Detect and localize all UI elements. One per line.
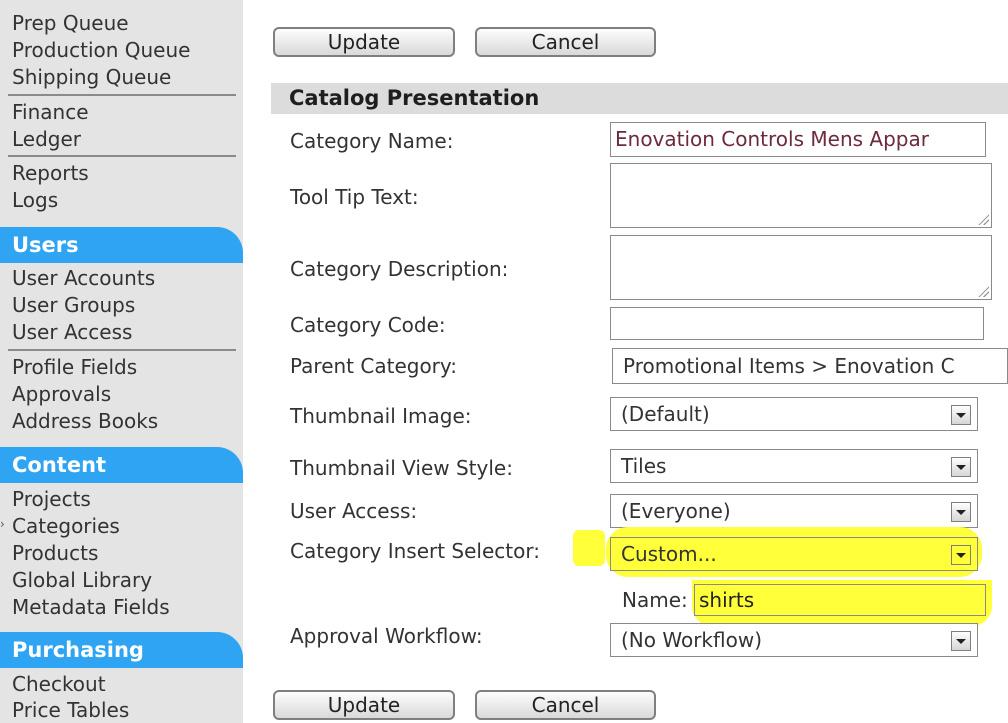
- category-name-input[interactable]: Enovation Controls Mens Appar: [610, 122, 986, 157]
- thumbnail-view-label: Thumbnail View Style:: [290, 456, 513, 480]
- nav-metadata-fields[interactable]: Metadata Fields: [12, 594, 170, 620]
- tooltip-textarea[interactable]: [610, 163, 992, 228]
- current-item-marker-icon: ›: [0, 517, 5, 531]
- dropdown-arrow-icon[interactable]: [951, 405, 971, 425]
- nav-profile-fields[interactable]: Profile Fields: [12, 354, 137, 380]
- nav-approvals[interactable]: Approvals: [12, 381, 111, 407]
- category-code-input[interactable]: [610, 307, 984, 340]
- thumbnail-image-value: (Default): [621, 402, 710, 426]
- insert-selector-value: Custom...: [621, 542, 717, 566]
- highlight-mark: [573, 530, 605, 566]
- dropdown-arrow-icon[interactable]: [951, 457, 971, 477]
- section-title: Catalog Presentation: [271, 83, 1008, 114]
- parent-category-label: Parent Category:: [290, 354, 458, 378]
- thumbnail-view-value: Tiles: [621, 454, 667, 478]
- cancel-button-top[interactable]: Cancel: [475, 27, 656, 57]
- nav-user-groups[interactable]: User Groups: [12, 292, 135, 318]
- tooltip-label: Tool Tip Text:: [290, 185, 419, 209]
- category-name-label: Category Name:: [290, 129, 454, 153]
- update-button-top[interactable]: Update: [273, 27, 455, 57]
- nav-checkout[interactable]: Checkout: [12, 671, 106, 697]
- name-input[interactable]: shirts: [694, 584, 986, 616]
- nav-projects[interactable]: Projects: [12, 486, 91, 512]
- nav-user-access[interactable]: User Access: [12, 319, 132, 345]
- description-textarea[interactable]: [610, 235, 992, 300]
- nav-price-tables[interactable]: Price Tables: [12, 697, 129, 723]
- name-label: Name:: [622, 588, 688, 612]
- approval-workflow-value: (No Workflow): [621, 628, 762, 652]
- category-code-label: Category Code:: [290, 313, 446, 337]
- thumbnail-image-label: Thumbnail Image:: [290, 404, 472, 428]
- nav-products[interactable]: Products: [12, 540, 98, 566]
- nav-finance[interactable]: Finance: [12, 99, 89, 125]
- user-access-label: User Access:: [290, 499, 418, 523]
- nav-user-accounts[interactable]: User Accounts: [12, 265, 155, 291]
- dropdown-arrow-icon[interactable]: [951, 545, 971, 565]
- resize-handle-icon[interactable]: [977, 213, 989, 225]
- approval-workflow-select[interactable]: (No Workflow): [610, 623, 978, 657]
- parent-category-select[interactable]: Promotional Items > Enovation C: [612, 348, 1008, 384]
- nav-divider: [8, 94, 236, 96]
- thumbnail-image-select[interactable]: (Default): [610, 397, 978, 431]
- nav-header-purchasing: Purchasing: [0, 632, 243, 668]
- sidebar: Prep Queue Production Queue Shipping Que…: [0, 0, 243, 723]
- thumbnail-view-select[interactable]: Tiles: [610, 449, 978, 483]
- nav-divider: [8, 155, 236, 157]
- parent-category-value: Promotional Items > Enovation C: [623, 354, 955, 378]
- insert-selector-label-suffix: r:: [525, 539, 540, 563]
- nav-categories[interactable]: Categories: [12, 513, 120, 539]
- insert-selector-label-text: Category Insert Selecto: [290, 539, 526, 563]
- insert-selector-label: Category Insert Selector:: [290, 539, 540, 563]
- dropdown-arrow-icon[interactable]: [951, 631, 971, 651]
- nav-reports[interactable]: Reports: [12, 160, 89, 186]
- nav-header-users: Users: [0, 227, 243, 263]
- nav-global-library[interactable]: Global Library: [12, 567, 152, 593]
- nav-production-queue[interactable]: Production Queue: [12, 37, 190, 63]
- insert-selector-select[interactable]: Custom...: [610, 537, 978, 571]
- nav-prep-queue[interactable]: Prep Queue: [12, 10, 129, 36]
- approval-workflow-label: Approval Workflow:: [290, 624, 483, 648]
- cancel-button-bottom[interactable]: Cancel: [475, 690, 656, 720]
- nav-ledger[interactable]: Ledger: [12, 126, 81, 152]
- nav-shipping-queue[interactable]: Shipping Queue: [12, 64, 171, 90]
- nav-header-content: Content: [0, 447, 243, 483]
- nav-divider: [8, 349, 236, 351]
- update-button-bottom[interactable]: Update: [273, 690, 455, 720]
- dropdown-arrow-icon[interactable]: [951, 502, 971, 522]
- description-label: Category Description:: [290, 257, 509, 281]
- nav-logs[interactable]: Logs: [12, 187, 58, 213]
- resize-handle-icon[interactable]: [977, 285, 989, 297]
- user-access-value: (Everyone): [621, 499, 731, 523]
- user-access-select[interactable]: (Everyone): [610, 494, 978, 528]
- nav-address-books[interactable]: Address Books: [12, 408, 158, 434]
